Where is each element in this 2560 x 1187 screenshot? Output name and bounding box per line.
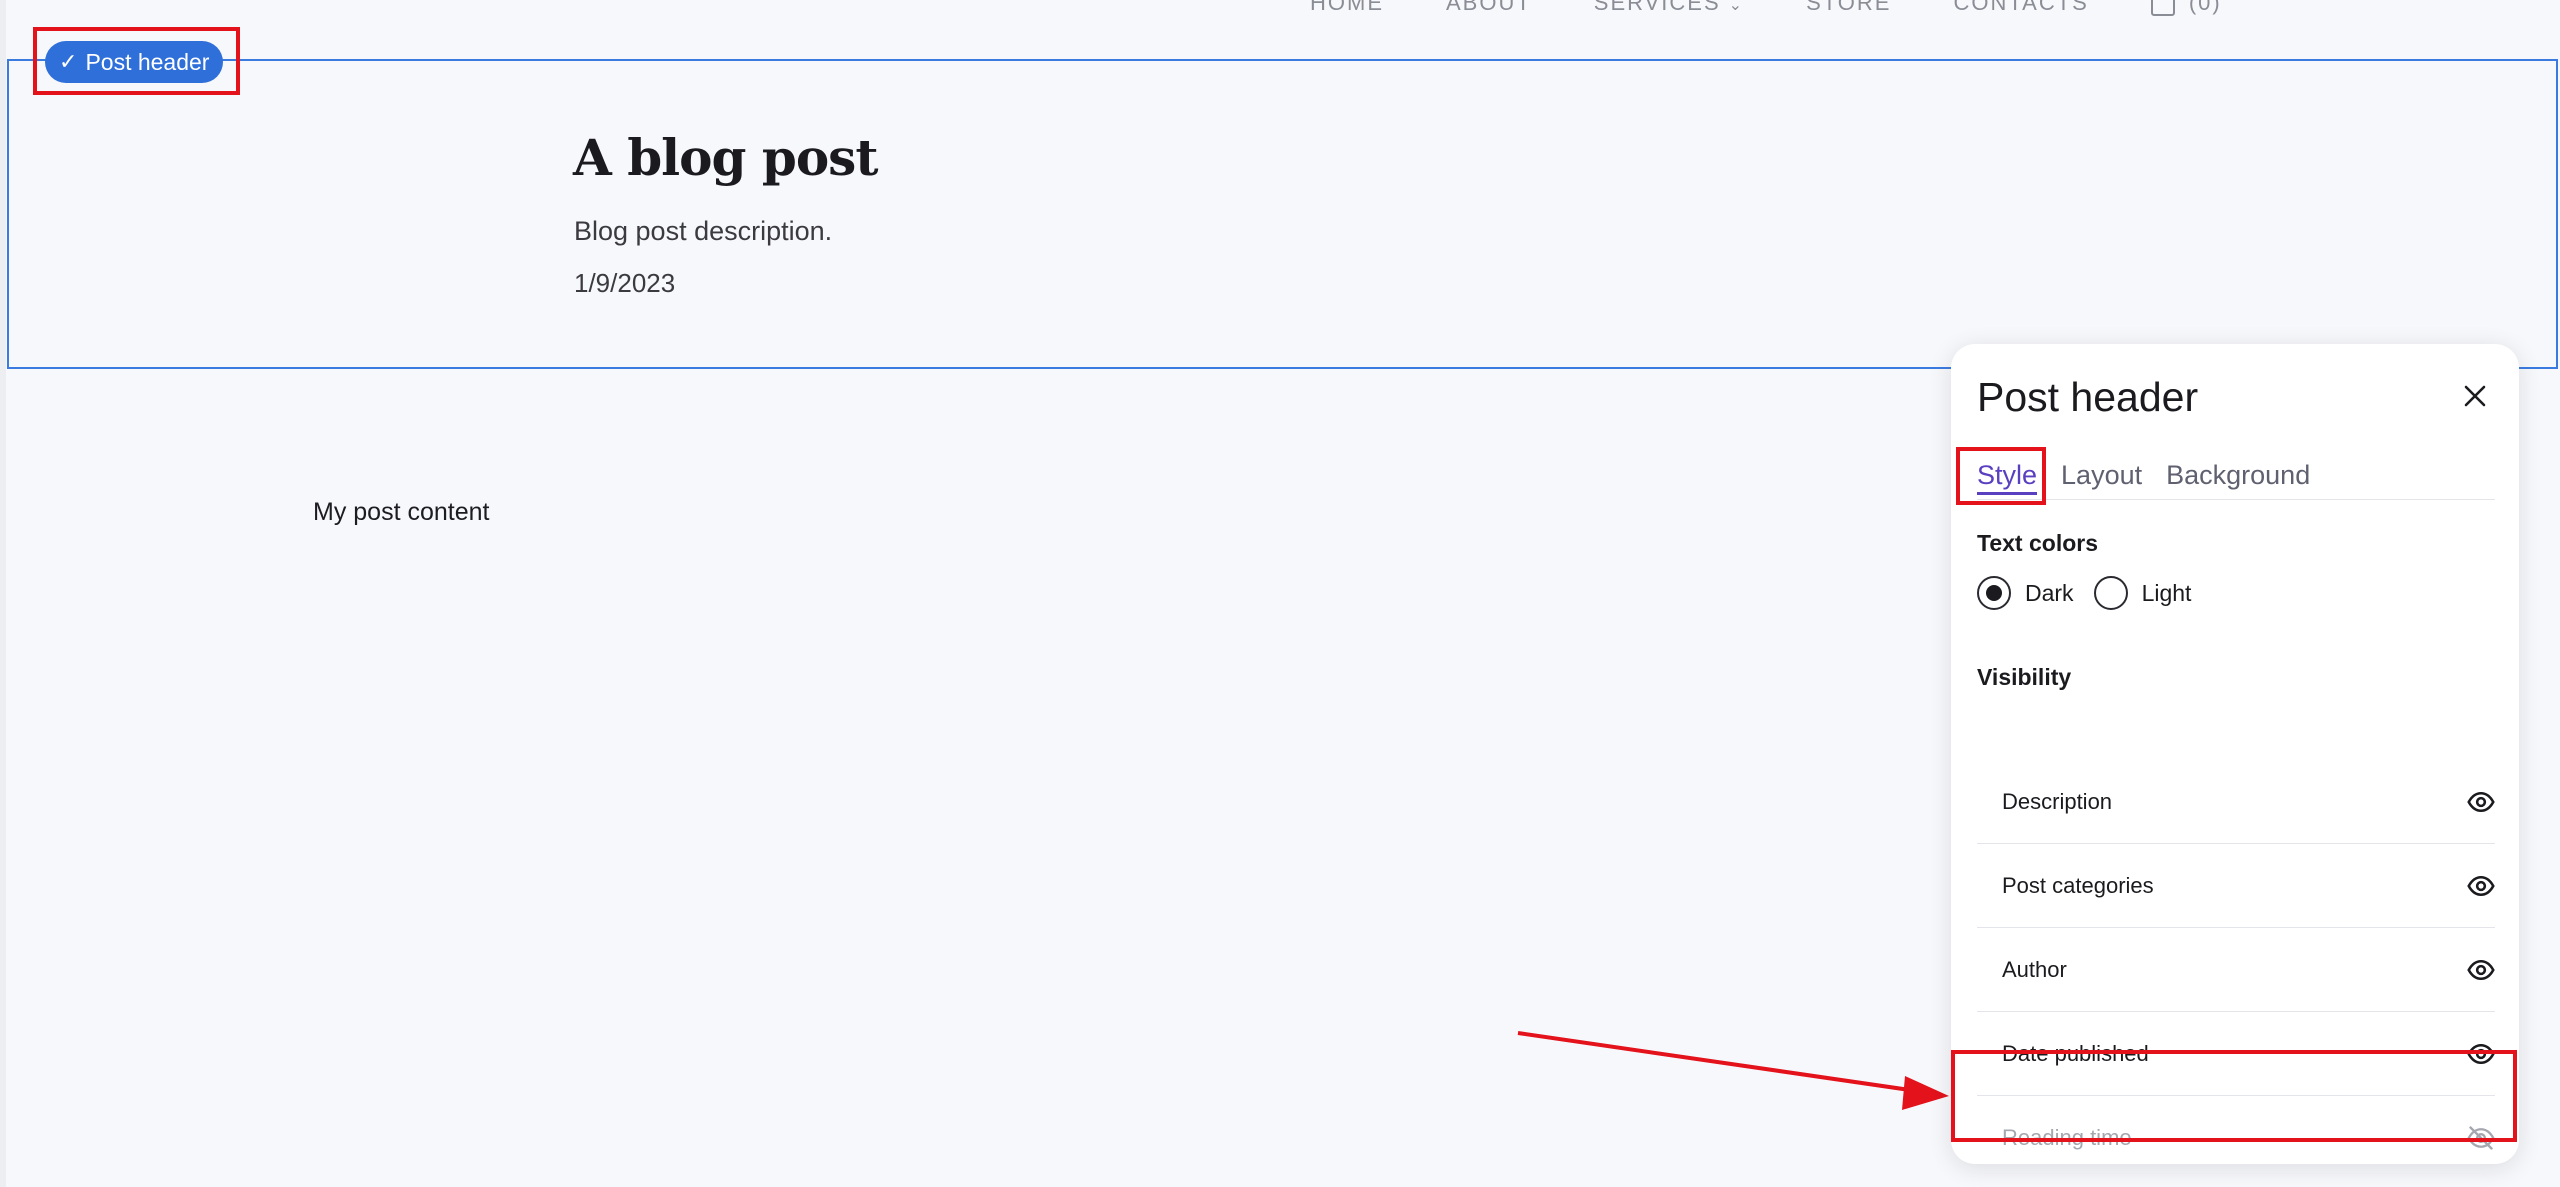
visibility-row-author[interactable]: Author [1977,928,2495,1012]
editor-canvas: HOME ABOUT SERVICES ⌄ STORE CONTACTS (0) … [0,0,2560,1187]
post-header-settings-panel: Post header Style Layout Background Text… [1951,344,2519,1164]
panel-title: Post header [1977,374,2199,420]
eye-icon[interactable] [2467,956,2495,984]
tab-background[interactable]: Background [2166,456,2310,500]
eye-icon[interactable] [2467,788,2495,816]
visibility-row-label: Post categories [2002,872,2154,898]
radio-light-label: Light [2141,579,2192,606]
radio-light[interactable]: Light [2093,576,2192,610]
style-tab-annotation-box [1956,447,2046,505]
radio-light-control[interactable] [2093,576,2128,610]
tab-layout-label: Layout [2061,460,2143,490]
panel-tabs: Style Layout Background [1977,456,2495,500]
tab-background-label: Background [2166,460,2311,490]
eye-icon[interactable] [2467,872,2495,900]
visibility-row-post-categories[interactable]: Post categories [1977,844,2495,928]
close-icon[interactable] [2457,378,2493,414]
text-colors-radio-group: Dark Light [1977,576,2191,610]
radio-dark[interactable]: Dark [1977,576,2074,610]
tab-layout[interactable]: Layout [2061,456,2142,500]
reading-time-annotation-box [1951,1050,2517,1142]
radio-dark-label: Dark [2025,579,2074,606]
radio-dark-control[interactable] [1977,576,2011,610]
visibility-row-description[interactable]: Description [1977,760,2495,844]
visibility-label: Visibility [1977,664,2072,690]
visibility-row-label: Description [2002,788,2113,814]
visibility-row-label: Author [2002,956,2067,982]
text-colors-label: Text colors [1977,530,2098,556]
